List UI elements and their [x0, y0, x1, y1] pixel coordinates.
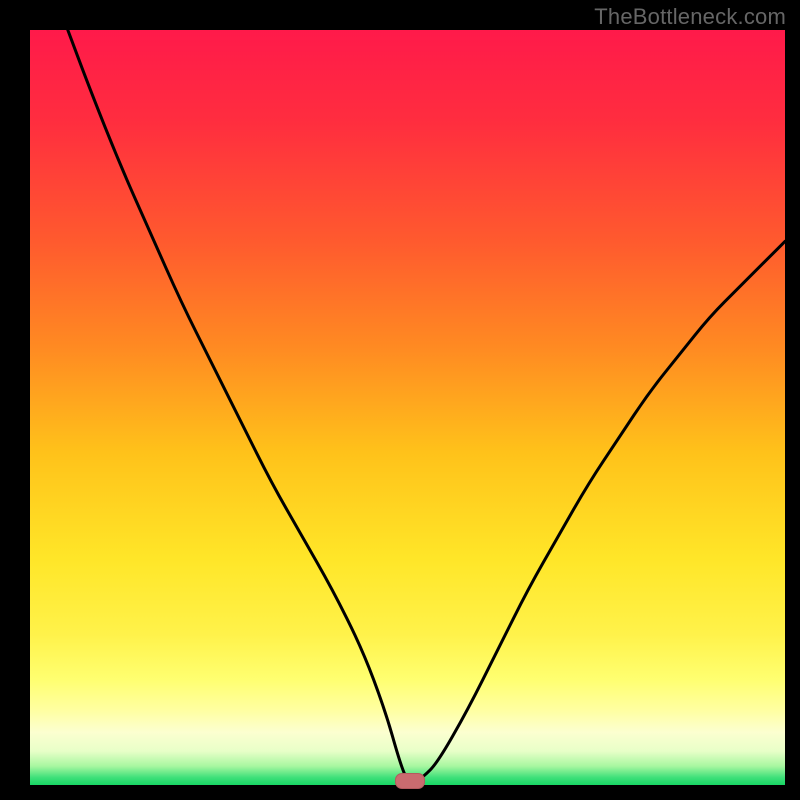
watermark-text: TheBottleneck.com [594, 4, 786, 30]
gradient-background [30, 30, 785, 785]
plot-svg [30, 30, 785, 785]
chart-frame: TheBottleneck.com [0, 0, 800, 800]
optimal-point-marker [395, 773, 425, 789]
plot-area [30, 30, 785, 785]
